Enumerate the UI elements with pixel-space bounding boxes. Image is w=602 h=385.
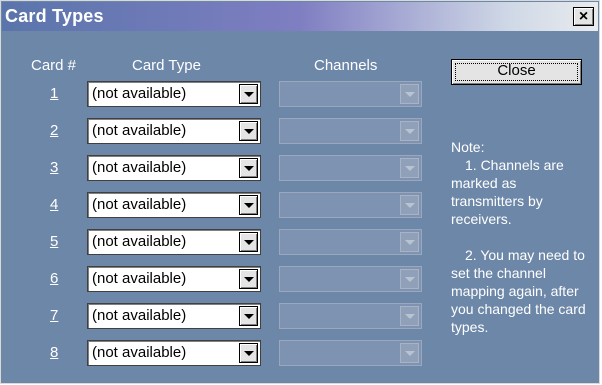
card-type-select-4[interactable]: (not available)	[87, 192, 261, 218]
close-button[interactable]: Close	[451, 59, 582, 85]
card-type-select-8[interactable]: (not available)	[87, 340, 261, 366]
chevron-down-icon[interactable]	[239, 343, 258, 363]
channels-select-2	[279, 118, 422, 144]
chevron-down-icon[interactable]	[239, 195, 258, 215]
header-channels: Channels	[314, 57, 378, 74]
header-card-type: Card Type	[132, 57, 201, 74]
title-bar[interactable]: Card Types ×	[2, 2, 598, 31]
chevron-down-icon	[400, 232, 419, 252]
chevron-down-icon[interactable]	[239, 232, 258, 252]
channels-select-4	[279, 192, 422, 218]
chevron-down-icon[interactable]	[239, 269, 258, 289]
card-type-select-5[interactable]: (not available)	[87, 229, 261, 255]
channels-select-6	[279, 266, 422, 292]
card-type-value: (not available)	[92, 307, 187, 324]
close-icon[interactable]: ×	[573, 7, 594, 26]
channels-select-7	[279, 303, 422, 329]
card-type-value: (not available)	[92, 233, 187, 250]
channels-select-5	[279, 229, 422, 255]
card-type-select-7[interactable]: (not available)	[87, 303, 261, 329]
chevron-down-icon	[400, 121, 419, 141]
chevron-down-icon	[400, 195, 419, 215]
card-types-dialog: Card Types × Card # Card Type Channels 1…	[0, 0, 600, 384]
card-type-select-6[interactable]: (not available)	[87, 266, 261, 292]
card-number-3: 3	[50, 159, 59, 176]
chevron-down-icon[interactable]	[239, 84, 258, 104]
card-type-value: (not available)	[92, 85, 187, 102]
chevron-down-icon	[400, 306, 419, 326]
card-number-5: 5	[50, 233, 59, 250]
chevron-down-icon[interactable]	[239, 121, 258, 141]
channels-select-1	[279, 81, 422, 107]
card-type-value: (not available)	[92, 196, 187, 213]
chevron-down-icon	[400, 343, 419, 363]
card-number-1: 1	[50, 85, 59, 102]
channels-select-3	[279, 155, 422, 181]
header-card-number: Card #	[31, 57, 77, 74]
chevron-down-icon[interactable]	[239, 306, 258, 326]
window-title: Card Types	[5, 6, 104, 26]
card-type-select-2[interactable]: (not available)	[87, 118, 261, 144]
chevron-down-icon[interactable]	[239, 158, 258, 178]
channels-select-8	[279, 340, 422, 366]
card-type-value: (not available)	[92, 270, 187, 287]
chevron-down-icon	[400, 269, 419, 289]
chevron-down-icon	[400, 158, 419, 178]
card-type-select-3[interactable]: (not available)	[87, 155, 261, 181]
note-heading: Note:	[451, 139, 485, 155]
card-type-value: (not available)	[92, 344, 187, 361]
note-spacer	[451, 228, 591, 246]
card-type-select-1[interactable]: (not available)	[87, 81, 261, 107]
note-item-1: 1. Channels are marked as transmitters b…	[451, 157, 564, 227]
card-type-value: (not available)	[92, 159, 187, 176]
card-number-8: 8	[50, 344, 59, 361]
card-number-2: 2	[50, 122, 59, 139]
card-number-7: 7	[50, 307, 59, 324]
card-type-value: (not available)	[92, 122, 187, 139]
card-number-6: 6	[50, 270, 59, 287]
note-text: Note: 1. Channels are marked as transmit…	[451, 138, 591, 336]
focus-rect	[455, 63, 578, 81]
chevron-down-icon	[400, 84, 419, 104]
note-item-2: 2. You may need to set the channel mappi…	[451, 247, 586, 335]
card-number-4: 4	[50, 196, 59, 213]
